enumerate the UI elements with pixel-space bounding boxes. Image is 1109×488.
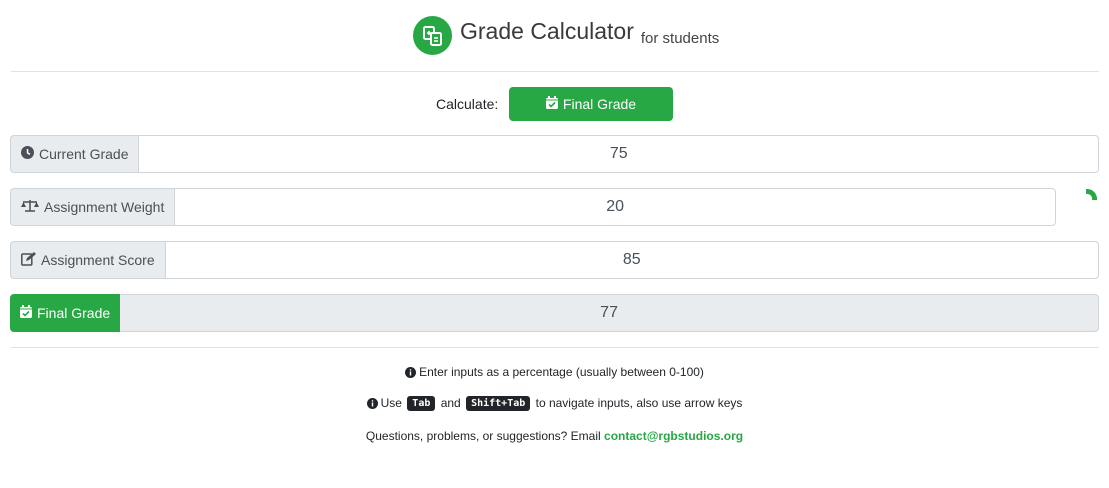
calendar-check-icon: [20, 305, 32, 321]
assignment-weight-group: Assignment Weight: [10, 188, 1056, 226]
header-divider: [11, 71, 1099, 72]
tab-key: Tab: [407, 396, 436, 411]
current-grade-field[interactable]: [138, 135, 1099, 173]
balance-scale-icon: [21, 199, 39, 215]
assignment-score-field[interactable]: [164, 241, 1099, 279]
calculate-final-grade-button[interactable]: Final Grade: [509, 87, 673, 121]
assignment-score-label: Assignment Score: [41, 252, 155, 268]
tip-navigate-text: to navigate inputs, also use arrow keys: [535, 396, 743, 410]
assignment-weight-input[interactable]: [175, 189, 1055, 225]
page-title: Grade Calculator: [460, 18, 634, 44]
edit-icon: [21, 251, 36, 269]
tip-use-text: Use: [380, 396, 402, 410]
current-grade-label: Current Grade: [39, 146, 129, 162]
contact-email-link[interactable]: contact@rgbstudios.org: [604, 429, 743, 443]
tip-text: Enter inputs as a percentage (usually be…: [419, 365, 704, 379]
assignment-weight-label: Assignment Weight: [44, 199, 165, 215]
assignment-weight-field[interactable]: [174, 188, 1056, 226]
assignment-score-group: Assignment Score: [10, 241, 1099, 279]
contact-line: Questions, problems, or suggestions? Ema…: [0, 429, 1109, 443]
calculate-row: Calculate: Final Grade: [0, 87, 1109, 121]
assignment-score-addon: Assignment Score: [10, 241, 165, 279]
calendar-check-icon: [545, 96, 558, 112]
current-grade-addon: Current Grade: [10, 135, 139, 173]
tip-keyboard-navigation: Use Tab and Shift+Tab to navigate inputs…: [0, 396, 1109, 412]
tip-and-text: and: [440, 396, 461, 410]
footer-divider: [11, 347, 1099, 348]
assignment-score-input[interactable]: [165, 242, 1098, 278]
assignment-weight-addon: Assignment Weight: [10, 188, 175, 226]
clock-icon: [21, 146, 34, 162]
info-icon: [366, 398, 378, 412]
final-grade-label: Final Grade: [37, 305, 111, 321]
final-grade-output: 77: [120, 294, 1099, 332]
calculate-button-label: Final Grade: [562, 96, 637, 112]
page-subtitle: for students: [640, 30, 720, 47]
contact-prefix: Questions, problems, or suggestions? Ema…: [365, 429, 601, 443]
header: Grade Calculator for students: [0, 0, 1109, 72]
shift-tab-key: Shift+Tab: [466, 396, 531, 411]
current-grade-group: Current Grade: [10, 135, 1099, 173]
calculate-label: Calculate:: [436, 96, 499, 112]
final-grade-addon: Final Grade: [10, 294, 121, 332]
current-grade-input[interactable]: [139, 136, 1098, 172]
loading-spinner-icon: [1084, 187, 1098, 201]
calculator-icon: [413, 16, 452, 55]
final-grade-group: Final Grade 77: [10, 294, 1099, 332]
info-icon: [405, 367, 417, 381]
tip-input-percentage: Enter inputs as a percentage (usually be…: [0, 365, 1109, 381]
